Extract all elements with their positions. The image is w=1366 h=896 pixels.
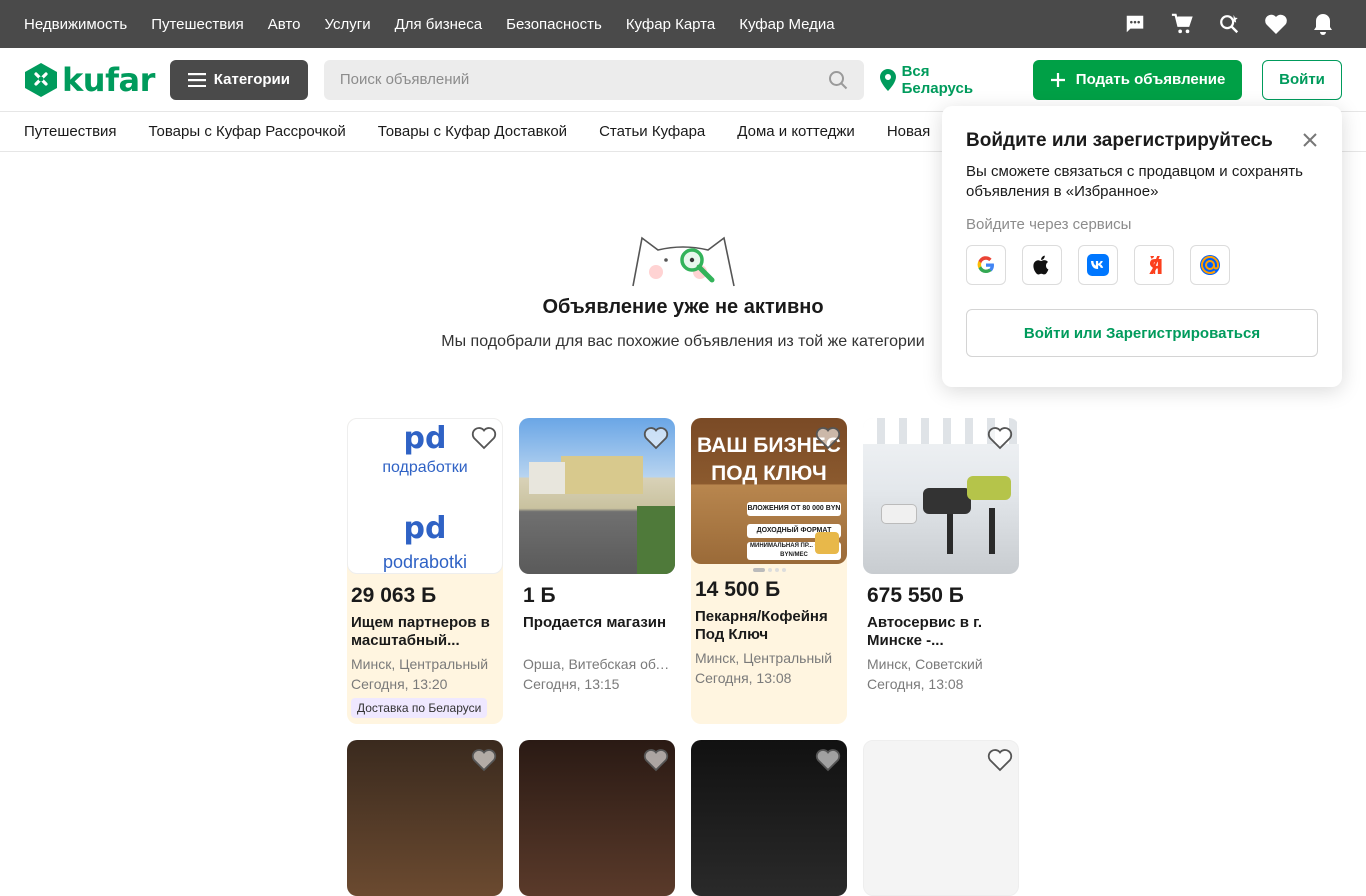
post-ad-button[interactable]: Подать объявление	[1033, 59, 1243, 100]
ad-price: 14 500 Б	[695, 578, 781, 601]
cat-link-delivery[interactable]: Товары с Куфар Доставкой	[378, 123, 567, 140]
ad-time: Сегодня, 13:08	[695, 670, 792, 686]
location-label: Вся Беларусь	[901, 62, 974, 97]
delivery-badge: Доставка по Беларуси	[351, 698, 488, 718]
saved-search-icon[interactable]	[1218, 13, 1240, 35]
ad-price: 675 550 Б	[867, 584, 964, 607]
search-icon[interactable]	[828, 70, 848, 90]
ad-card[interactable]	[347, 740, 503, 896]
top-link-services[interactable]: Услуги	[324, 16, 370, 33]
kufar-logo[interactable]: kufar	[24, 61, 170, 99]
yandex-login-button[interactable]: Я	[1134, 245, 1174, 285]
favorite-heart-icon[interactable]	[987, 426, 1013, 450]
favorite-heart-icon[interactable]	[643, 748, 669, 772]
ad-title[interactable]: Ищем партнеров в масштабный...	[351, 614, 499, 650]
vk-login-button[interactable]	[1078, 245, 1118, 285]
ad-title[interactable]: Продается магазин	[523, 614, 671, 650]
cat-link-installment[interactable]: Товары с Куфар Рассрочкой	[149, 123, 346, 140]
top-link-safety[interactable]: Безопасность	[506, 16, 602, 33]
top-icons	[1124, 12, 1334, 36]
social-login-services: Я	[966, 245, 1318, 285]
mail-icon	[1200, 255, 1220, 275]
search-box	[323, 59, 864, 100]
top-link-travel[interactable]: Путешествия	[151, 16, 244, 33]
ad-price: 1 Б	[523, 584, 556, 607]
messages-icon[interactable]	[1124, 13, 1146, 35]
img-tag-1: ВЛОЖЕНИЯ ОТ 80 000 BYN	[747, 502, 841, 516]
ad-card[interactable]	[519, 740, 675, 896]
img-headline-2: ПОД КЛЮЧ	[711, 462, 827, 485]
categories-label: Категории	[213, 71, 290, 88]
favorite-heart-icon[interactable]	[815, 748, 841, 772]
favorite-heart-icon[interactable]	[471, 748, 497, 772]
popup-title: Войдите или зарегистрируйтесь	[966, 130, 1273, 151]
top-nav-bar: Недвижимость Путешествия Авто Услуги Для…	[0, 0, 1366, 48]
logo-text: kufar	[62, 60, 155, 99]
menu-icon	[187, 72, 206, 87]
ad-card[interactable]: 1 Б Продается магазин Орша, Витебская об…	[519, 418, 675, 724]
popup-description: Вы сможете связаться с продавцом и сохра…	[966, 163, 1303, 200]
main-header: kufar Категории Вся Беларусь Подать объя…	[0, 48, 1366, 112]
ad-card[interactable]: pd подработки pd podrabotki 29 063 Б Ище…	[347, 418, 503, 724]
ad-location: Минск, Центральный	[351, 656, 489, 672]
vk-icon	[1087, 254, 1109, 276]
search-input[interactable]	[339, 71, 828, 88]
ad-card[interactable]	[863, 740, 1019, 896]
cat-magnifier-illustration	[632, 236, 735, 287]
top-link-auto[interactable]: Авто	[268, 16, 301, 33]
google-icon	[977, 256, 994, 274]
favorite-heart-icon[interactable]	[815, 426, 841, 450]
ad-price: 29 063 Б	[351, 584, 437, 607]
close-icon[interactable]	[1302, 132, 1318, 148]
logo-text-bottom: podrabotki	[382, 552, 468, 572]
notifications-icon[interactable]	[1312, 12, 1334, 36]
favorite-heart-icon[interactable]	[643, 426, 669, 450]
ad-card[interactable]: 675 550 Б Автосервис в г. Минске -... Ми…	[863, 418, 1019, 724]
ad-time: Сегодня, 13:15	[523, 676, 620, 692]
google-login-button[interactable]	[966, 245, 1006, 285]
image-pager-dots	[691, 568, 847, 572]
top-link-card[interactable]: Куфар Карта	[626, 16, 715, 33]
login-button[interactable]: Войти	[1262, 59, 1342, 100]
ad-location: Орша, Витебская область	[523, 656, 671, 672]
cat-link-articles[interactable]: Статьи Куфара	[599, 123, 705, 140]
logo-text-top: подработки	[382, 459, 468, 476]
cat-link-travel[interactable]: Путешествия	[24, 123, 117, 140]
favorite-heart-icon[interactable]	[987, 748, 1013, 772]
ad-card[interactable]: ВАШ БИЗНЕС ПОД КЛЮЧ ВЛОЖЕНИЯ ОТ 80 000 B…	[691, 418, 847, 724]
favorites-icon[interactable]	[1264, 13, 1288, 35]
ad-location: Минск, Центральный	[695, 650, 833, 666]
login-or-register-button[interactable]: Войти или Зарегистрироваться	[966, 309, 1318, 357]
apple-login-button[interactable]	[1022, 245, 1062, 285]
favorite-heart-icon[interactable]	[471, 426, 497, 450]
ad-title[interactable]: Автосервис в г. Минске -...	[867, 614, 1015, 650]
login-popup: Войдите или зарегистрируйтесь Вы сможете…	[942, 106, 1342, 387]
cat-link-houses[interactable]: Дома и коттеджи	[737, 123, 855, 140]
location-pin-icon	[879, 68, 896, 91]
logo-pd-bottom: pd	[403, 511, 447, 546]
mailru-login-button[interactable]	[1190, 245, 1230, 285]
post-ad-label: Подать объявление	[1075, 71, 1226, 88]
top-link-realty[interactable]: Недвижимость	[24, 16, 127, 33]
ad-title[interactable]: Пекарня/Кофейня Под Ключ	[695, 608, 843, 644]
cat-link-new[interactable]: Новая	[887, 123, 930, 140]
similar-ads-grid: pd подработки pd podrabotki 29 063 Б Ище…	[347, 418, 1019, 896]
apple-icon	[1033, 255, 1049, 275]
top-link-media[interactable]: Куфар Медиа	[739, 16, 834, 33]
top-nav-links: Недвижимость Путешествия Авто Услуги Для…	[24, 16, 835, 33]
svg-text:Я: Я	[1148, 255, 1163, 276]
crown-icon	[815, 532, 839, 554]
popup-services-label: Войдите через сервисы	[966, 216, 1132, 233]
plus-icon	[1050, 72, 1065, 87]
ad-time: Сегодня, 13:20	[351, 676, 448, 692]
ad-time: Сегодня, 13:08	[867, 676, 964, 692]
categories-button[interactable]: Категории	[169, 59, 308, 100]
location-selector[interactable]: Вся Беларусь	[879, 62, 1006, 97]
ad-location: Минск, Советский	[867, 656, 983, 672]
top-link-business[interactable]: Для бизнеса	[395, 16, 483, 33]
yandex-icon: Я	[1148, 255, 1163, 276]
ad-card[interactable]	[691, 740, 847, 896]
kufar-logo-icon	[25, 62, 57, 97]
cart-icon[interactable]	[1170, 13, 1194, 35]
